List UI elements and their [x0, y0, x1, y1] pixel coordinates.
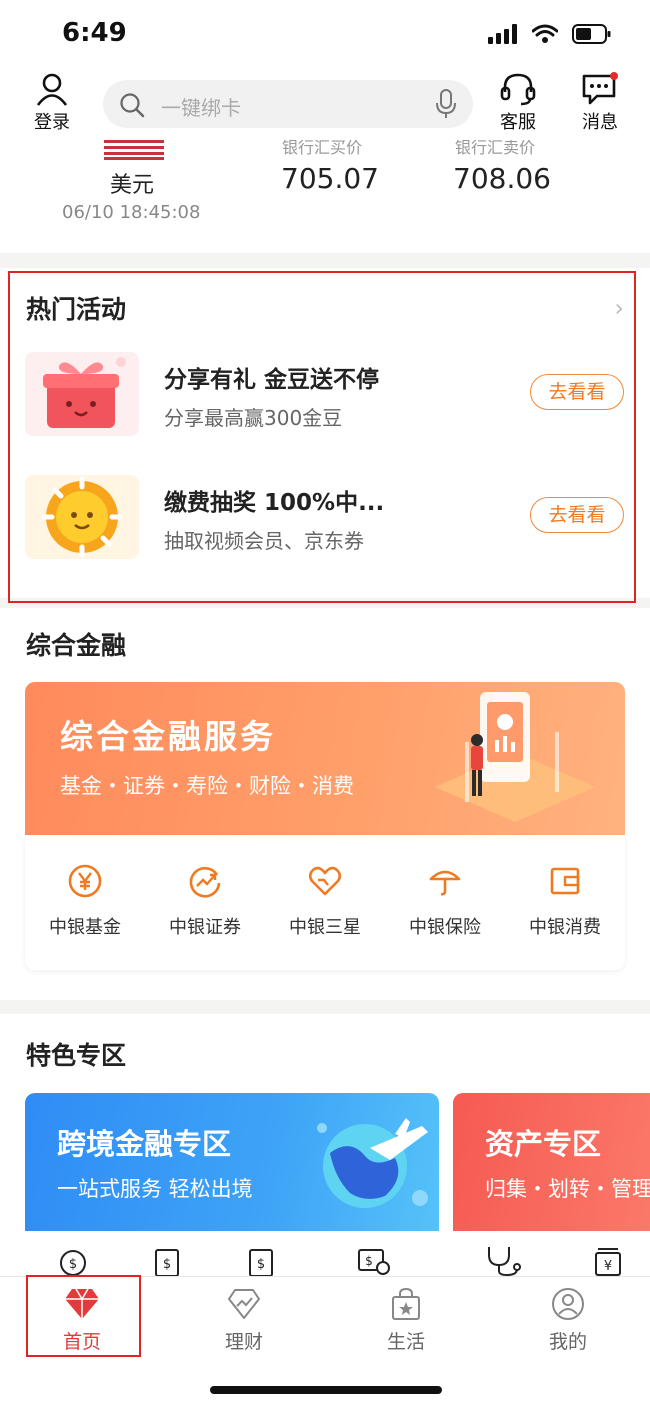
cross-border-icons: $ $ $ $	[25, 1231, 439, 1276]
login-label: 登录	[34, 112, 70, 133]
stethoscope-icon[interactable]	[485, 1245, 525, 1276]
currency-exchange-icon[interactable]: $	[57, 1247, 89, 1276]
signal-icon	[488, 24, 517, 44]
status-icons	[488, 24, 612, 44]
status-time: 6:49	[62, 18, 127, 48]
view-button[interactable]: 去看看	[530, 497, 624, 533]
svg-text:¥: ¥	[604, 1259, 612, 1274]
diamond-icon	[65, 1288, 99, 1319]
finance-section-title: 综合金融	[26, 631, 127, 660]
assets-icons: ¥	[453, 1231, 650, 1276]
headset-icon	[500, 73, 536, 106]
card-subtitle: 一站式服务 轻松出境	[57, 1177, 253, 1201]
tab-label: 我的	[548, 1331, 587, 1353]
umbrella-icon	[429, 870, 461, 896]
status-bar: 6:49	[0, 0, 650, 70]
tab-label: 理财	[224, 1331, 263, 1353]
gift-icon	[25, 352, 139, 436]
finance-item-label: 中银三星	[289, 917, 361, 938]
heart-icon	[308, 866, 342, 896]
currency-name: 美元	[110, 173, 155, 198]
tab-label: 生活	[386, 1331, 425, 1353]
card-title: 跨境金融专区	[57, 1127, 232, 1161]
sun-lottery-icon	[25, 475, 139, 559]
finance-item-insurance[interactable]: 中银保险	[385, 863, 505, 939]
user-icon	[552, 1288, 584, 1320]
message-label: 消息	[582, 112, 618, 133]
featured-section-title: 特色专区	[26, 1041, 127, 1070]
finance-item-label: 中银基金	[49, 917, 121, 938]
phone-illustration-icon	[435, 692, 595, 822]
search-bar[interactable]: 一键绑卡	[103, 80, 473, 128]
activity-subtitle: 分享最高赢300金豆	[164, 406, 343, 430]
section-divider	[0, 598, 650, 608]
tab-mine[interactable]: 我的	[513, 1287, 623, 1354]
battery-icon	[572, 24, 611, 44]
trend-circle-icon	[189, 866, 221, 898]
view-button[interactable]: 去看看	[530, 374, 624, 410]
service-label: 客服	[500, 112, 536, 133]
svg-text:$: $	[163, 1257, 171, 1272]
customer-service-button[interactable]: 客服	[488, 72, 548, 134]
finance-item-label: 中银消费	[529, 917, 601, 938]
svg-text:$: $	[365, 1254, 373, 1268]
activity-subtitle: 抽取视频会员、京东券	[164, 529, 364, 553]
hot-activities-section: 热门活动 › 分享有礼 金豆送不停 分享最高赢300金豆 去看看 缴费抽奖 10…	[0, 268, 650, 598]
wallet-icon	[550, 867, 580, 895]
tab-wealth[interactable]: 理财	[189, 1287, 299, 1354]
top-header: 登录 一键绑卡 客服 消息	[0, 70, 650, 140]
microphone-icon[interactable]	[435, 89, 457, 119]
section-divider	[0, 1000, 650, 1014]
card-subtitle: 归集・划转・管理	[485, 1177, 650, 1201]
shopping-bag-icon	[392, 1287, 420, 1320]
section-divider	[0, 253, 650, 268]
activity-item[interactable]: 分享有礼 金豆送不停 分享最高赢300金豆 去看看	[0, 352, 650, 442]
hot-activities-title: 热门活动	[26, 295, 127, 324]
us-flag-icon	[104, 140, 164, 160]
svg-text:$: $	[257, 1257, 265, 1272]
finance-item-fund[interactable]: 中银基金	[25, 863, 145, 939]
finance-menu: 中银基金 中银证券 中银三星 中银保险 中银消费	[25, 835, 625, 970]
yen-circle-icon	[68, 864, 102, 898]
finance-banner[interactable]: 综合金融服务 基金・证券・寿险・财险・消费	[25, 682, 625, 835]
tab-life[interactable]: 生活	[351, 1287, 461, 1354]
finance-item-label: 中银保险	[409, 917, 481, 938]
tab-label: 首页	[62, 1331, 101, 1353]
activity-title: 缴费抽奖 100%中...	[164, 490, 385, 516]
search-icon	[120, 93, 145, 118]
login-button[interactable]: 登录	[22, 72, 82, 134]
withdraw-icon[interactable]: $	[247, 1247, 275, 1276]
time-deposit-icon[interactable]: $	[357, 1247, 391, 1276]
cross-border-card[interactable]: 跨境金融专区 一站式服务 轻松出境	[25, 1093, 439, 1231]
globe-plane-icon	[317, 1118, 428, 1208]
message-icon	[582, 72, 618, 105]
user-icon	[36, 73, 68, 106]
finance-item-samsung[interactable]: 中银三星	[265, 863, 385, 939]
finance-banner-subtitle: 基金・证券・寿险・财险・消费	[60, 774, 354, 798]
finance-item-consumer[interactable]: 中银消费	[505, 863, 625, 939]
buy-rate-value: 705.07	[281, 162, 379, 195]
wifi-icon	[532, 24, 558, 43]
search-placeholder: 一键绑卡	[161, 96, 241, 120]
svg-text:$: $	[69, 1257, 77, 1272]
deposit-icon[interactable]: $	[153, 1247, 181, 1276]
assets-card[interactable]: 资产专区 归集・划转・管理	[453, 1093, 650, 1231]
messages-button[interactable]: 消息	[570, 72, 630, 134]
activity-title: 分享有礼 金豆送不停	[164, 367, 380, 393]
finance-item-label: 中银证券	[169, 917, 241, 938]
home-indicator	[210, 1386, 442, 1394]
exchange-rate-panel[interactable]: 美元 06/10 18:45:08 银行汇买价 705.07 银行汇卖价 708…	[0, 138, 650, 250]
chevron-right-icon[interactable]: ›	[614, 294, 624, 322]
activity-item[interactable]: 缴费抽奖 100%中... 抽取视频会员、京东券 去看看	[0, 475, 650, 565]
card-title: 资产专区	[485, 1127, 602, 1161]
chart-diamond-icon	[228, 1289, 260, 1319]
finance-item-securities[interactable]: 中银证券	[145, 863, 265, 939]
tab-home[interactable]: 首页	[27, 1287, 137, 1354]
rate-datetime: 06/10 18:45:08	[62, 202, 201, 223]
sell-rate-value: 708.06	[453, 162, 551, 195]
finance-banner-title: 综合金融服务	[60, 717, 276, 756]
yen-doc-icon[interactable]: ¥	[593, 1245, 623, 1276]
